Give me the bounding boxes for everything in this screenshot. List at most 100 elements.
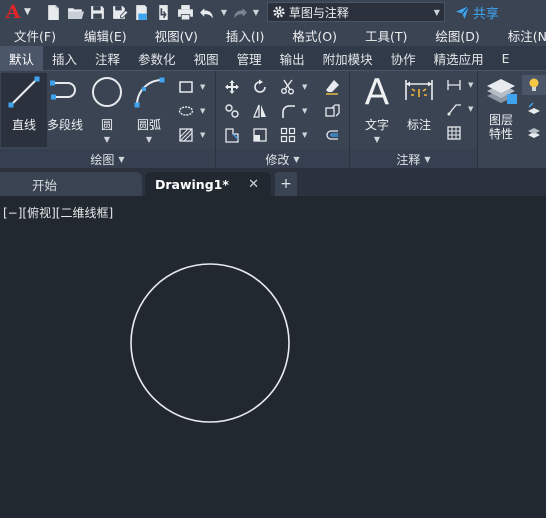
polyline-tool[interactable]: 多段线 xyxy=(42,73,88,147)
undo-icon[interactable] xyxy=(197,1,219,23)
copy-tool[interactable] xyxy=(220,101,244,121)
plot-preview-icon[interactable] xyxy=(131,1,153,23)
menu-file[interactable]: 文件(F) xyxy=(0,26,70,45)
print-icon[interactable] xyxy=(175,1,197,23)
trim-tool[interactable] xyxy=(276,77,300,97)
dimension-icon xyxy=(405,80,433,100)
hatch-tool[interactable] xyxy=(174,125,198,145)
tab-drawing1-label: Drawing1* xyxy=(155,176,229,192)
open-folder-icon[interactable] xyxy=(65,1,87,23)
move-tool[interactable] xyxy=(220,77,244,97)
fillet-dropdown-icon[interactable]: ▼ xyxy=(302,107,307,115)
tab-start[interactable]: 开始 xyxy=(0,172,142,196)
arc-dropdown-icon[interactable]: ▼ xyxy=(146,135,152,144)
tab-drawing1[interactable]: Drawing1* ✕ xyxy=(145,172,271,196)
erase-tool[interactable] xyxy=(320,77,344,97)
polyline-label: 多段线 xyxy=(46,118,83,132)
layer-state-tool[interactable] xyxy=(522,123,546,143)
leader-dropdown-icon[interactable]: ▼ xyxy=(468,105,473,113)
share-button[interactable]: 共享 xyxy=(455,3,499,22)
menu-format[interactable]: 格式(O) xyxy=(278,26,351,45)
tab-manage[interactable]: 管理 xyxy=(228,46,271,70)
modify-panel: ▼ ▼ ▼ 修改 ▼ xyxy=(216,71,350,169)
hatch-icon xyxy=(179,128,193,142)
close-icon[interactable]: ✕ xyxy=(248,177,259,192)
share-label: 共享 xyxy=(472,6,499,22)
copy-icon xyxy=(225,104,239,118)
stretch-tool[interactable] xyxy=(220,125,244,145)
new-tab-button[interactable]: + xyxy=(275,172,297,196)
offset-icon xyxy=(326,130,338,140)
rectangle-tool[interactable] xyxy=(174,77,198,97)
tab-express[interactable]: E xyxy=(493,46,519,70)
redo-dropdown-icon[interactable]: ▼ xyxy=(251,8,261,17)
new-file-icon[interactable] xyxy=(43,1,65,23)
tab-output[interactable]: 输出 xyxy=(271,46,314,70)
annotation-panel-title[interactable]: 注释 ▼ xyxy=(350,149,477,169)
array-tool[interactable] xyxy=(276,125,300,145)
undo-dropdown-icon[interactable]: ▼ xyxy=(219,8,229,17)
array-dropdown-icon[interactable]: ▼ xyxy=(302,131,307,139)
layer-on-off-tool[interactable] xyxy=(522,75,546,95)
modify-panel-title-text: 修改 xyxy=(265,152,290,167)
app-logo-icon[interactable]: A xyxy=(0,0,26,24)
save-icon[interactable] xyxy=(87,1,109,23)
circle-tool[interactable]: 圆 ▼ xyxy=(84,73,130,147)
app-menu-caret-icon[interactable]: ▼ xyxy=(24,7,31,17)
tab-addins[interactable]: 附加模块 xyxy=(314,46,382,70)
ellipse-dropdown-icon[interactable]: ▼ xyxy=(200,107,205,115)
scale-tool[interactable] xyxy=(248,125,272,145)
text-label: 文字 xyxy=(364,118,389,132)
linear-dimension-tool[interactable] xyxy=(442,75,466,95)
tab-home[interactable]: 默认 xyxy=(0,46,44,70)
line-tool[interactable]: 直线 xyxy=(1,73,47,147)
array-icon xyxy=(280,127,296,143)
text-dropdown-icon[interactable]: ▼ xyxy=(374,135,380,144)
linear-dimension-dropdown-icon[interactable]: ▼ xyxy=(468,81,473,89)
layer-match-icon xyxy=(528,102,540,114)
workspace-select[interactable]: 草图与注释 ▼ xyxy=(266,2,445,22)
explode-tool[interactable] xyxy=(320,101,344,121)
rectangle-dropdown-icon[interactable]: ▼ xyxy=(200,83,205,91)
hatch-dropdown-icon[interactable]: ▼ xyxy=(200,131,205,139)
tab-insert[interactable]: 插入 xyxy=(43,46,86,70)
chevron-down-icon: ▼ xyxy=(433,7,440,17)
dimension-tool[interactable]: 标注 xyxy=(396,73,442,147)
layer-match-tool[interactable] xyxy=(522,99,546,119)
drawing-canvas[interactable]: [−][俯视][二维线框] xyxy=(0,196,546,518)
tab-collaborate[interactable]: 协作 xyxy=(382,46,425,70)
draw-panel-title[interactable]: 绘图 ▼ xyxy=(0,149,215,169)
lightbulb-icon xyxy=(529,78,539,91)
leader-tool[interactable] xyxy=(442,99,466,119)
menu-insert[interactable]: 插入(I) xyxy=(212,26,278,45)
publish-icon[interactable] xyxy=(153,1,175,23)
tab-view[interactable]: 视图 xyxy=(185,46,228,70)
tab-parametric[interactable]: 参数化 xyxy=(129,46,185,70)
layer-properties-label-line2: 特性 xyxy=(488,127,513,141)
circle-dropdown-icon[interactable]: ▼ xyxy=(104,135,110,144)
menu-edit[interactable]: 编辑(E) xyxy=(70,26,141,45)
trim-dropdown-icon[interactable]: ▼ xyxy=(302,83,307,91)
tab-featured-apps[interactable]: 精选应用 xyxy=(425,46,493,70)
text-tool[interactable]: A 文字 ▼ xyxy=(354,72,400,147)
offset-tool[interactable] xyxy=(320,125,344,145)
annotation-panel-title-text: 注释 xyxy=(396,152,421,167)
mirror-tool[interactable] xyxy=(248,101,272,121)
modify-panel-title[interactable]: 修改 ▼ xyxy=(216,149,349,169)
circle-entity[interactable] xyxy=(130,263,290,423)
menu-dimension[interactable]: 标注(N) xyxy=(494,26,546,45)
table-tool[interactable] xyxy=(442,123,466,143)
rotate-tool[interactable] xyxy=(248,77,272,97)
ellipse-tool[interactable] xyxy=(174,101,198,121)
menu-view[interactable]: 视图(V) xyxy=(141,26,212,45)
draw-panel: 直线 多段线 圆 ▼ 圆弧 ▼ ▼ ▼ ▼ 绘图 ▼ xyxy=(0,71,216,169)
table-icon xyxy=(447,126,461,140)
layer-properties-tool[interactable]: 图层 特性 xyxy=(478,73,524,147)
save-as-icon[interactable] xyxy=(109,1,131,23)
redo-icon[interactable] xyxy=(229,1,251,23)
tab-annotate[interactable]: 注释 xyxy=(86,46,129,70)
menu-draw[interactable]: 绘图(D) xyxy=(421,26,493,45)
fillet-tool[interactable] xyxy=(276,101,300,121)
arc-tool[interactable]: 圆弧 ▼ xyxy=(126,73,172,147)
menu-tools[interactable]: 工具(T) xyxy=(351,26,421,45)
